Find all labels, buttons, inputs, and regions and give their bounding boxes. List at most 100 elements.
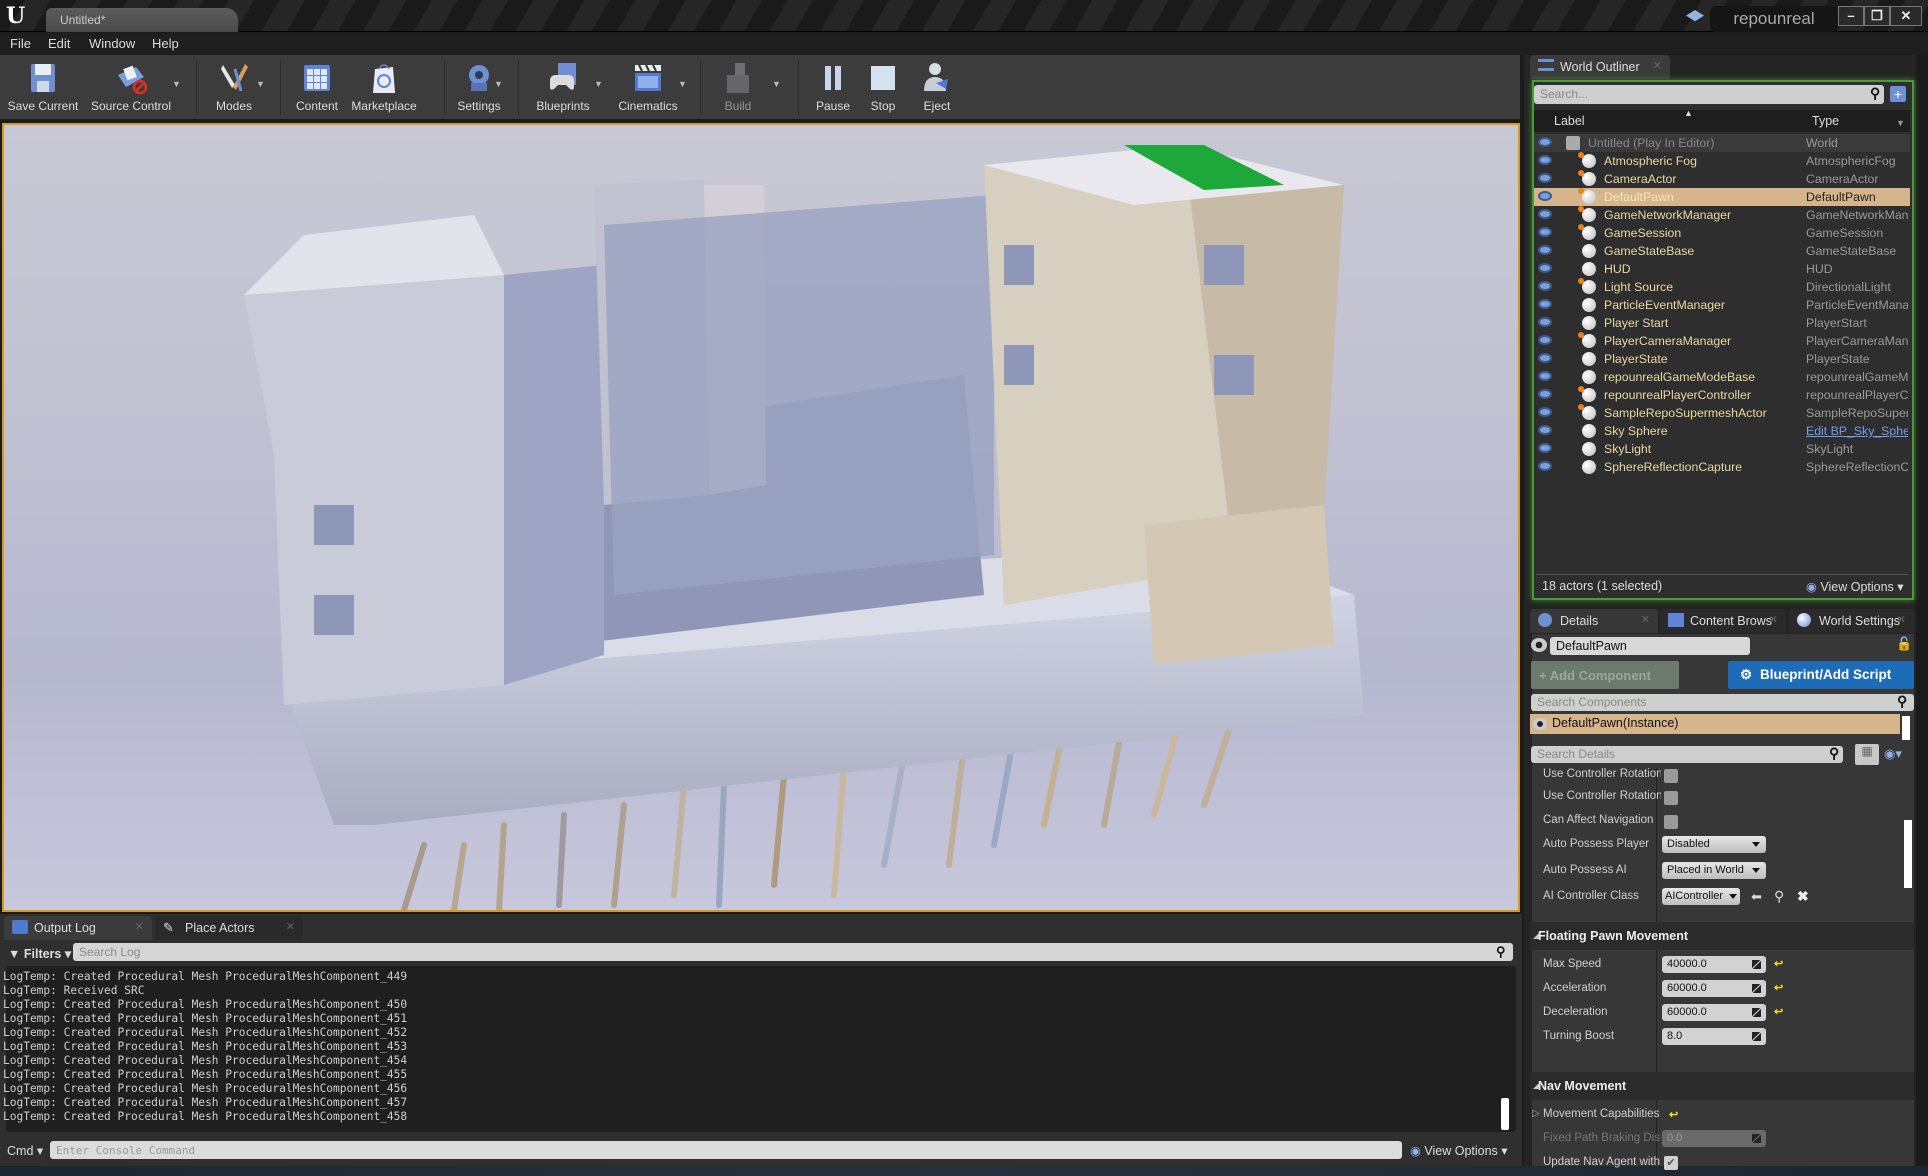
- console-command-input[interactable]: Enter Console Command: [50, 1141, 1402, 1159]
- edit-blueprint-link[interactable]: Edit BP_Sky_Sphere: [1806, 424, 1908, 438]
- tab-output-log[interactable]: Output Log ✕: [4, 916, 152, 940]
- tab-place-actors[interactable]: ✎ Place Actors ✕: [155, 916, 303, 940]
- cinematics-button[interactable]: Cinematics: [612, 59, 684, 117]
- blueprints-button[interactable]: Blueprints: [528, 59, 598, 117]
- outliner-row[interactable]: repounrealGameModeBase repounrealGameMode…: [1534, 368, 1910, 386]
- close-tab-icon[interactable]: ✕: [286, 920, 295, 933]
- build-button[interactable]: Build: [710, 59, 766, 117]
- outliner-row[interactable]: Sky Sphere Edit BP_Sky_Sphere: [1534, 422, 1910, 440]
- lock-icon[interactable]: 🔓: [1896, 636, 1912, 652]
- outliner-row[interactable]: HUD HUD: [1534, 260, 1910, 278]
- source-control-button[interactable]: Source Control: [88, 59, 174, 117]
- outliner-row[interactable]: SphereReflectionCapture SphereReflectionC…: [1534, 458, 1910, 476]
- menu-file[interactable]: File: [10, 36, 31, 51]
- pause-button[interactable]: Pause: [808, 59, 858, 117]
- reset-to-default-icon[interactable]: ↩: [1774, 981, 1783, 994]
- cmd-dropdown[interactable]: Cmd ▾: [7, 1143, 43, 1158]
- log-view-options-button[interactable]: ◉ View Options ▾: [1410, 1143, 1508, 1158]
- search-details-input[interactable]: Search Details: [1531, 746, 1843, 763]
- visibility-options-icon[interactable]: ◉▾: [1884, 746, 1902, 762]
- visibility-eye-icon[interactable]: [1538, 155, 1552, 165]
- section-header-floating-pawn-movement[interactable]: Floating Pawn Movement: [1530, 922, 1914, 950]
- visibility-eye-icon[interactable]: [1538, 281, 1552, 291]
- restore-button[interactable]: ❐: [1864, 6, 1890, 26]
- checkbox[interactable]: [1664, 815, 1678, 829]
- blueprint-add-script-button[interactable]: ⚙ Blueprint/Add Script: [1728, 661, 1914, 689]
- property-select[interactable]: Placed in World: [1662, 862, 1766, 879]
- reset-to-default-icon[interactable]: ↩: [1774, 1005, 1783, 1018]
- menu-window[interactable]: Window: [89, 36, 135, 51]
- reset-to-default-icon[interactable]: ↩: [1774, 957, 1783, 970]
- visibility-eye-icon[interactable]: [1538, 191, 1552, 201]
- drag-spin-icon[interactable]: [1752, 1008, 1761, 1017]
- eject-button[interactable]: Eject: [912, 59, 962, 117]
- numeric-input[interactable]: 60000.0: [1662, 1004, 1766, 1021]
- outliner-row[interactable]: GameStateBase GameStateBase: [1534, 242, 1910, 260]
- browse-icon[interactable]: ⚲: [1774, 888, 1784, 905]
- marketplace-button[interactable]: Marketplace: [348, 59, 420, 117]
- reset-to-default-icon[interactable]: ↩: [1669, 1108, 1678, 1121]
- visibility-eye-icon[interactable]: [1538, 371, 1552, 381]
- component-instance-row[interactable]: DefaultPawn(Instance): [1530, 714, 1900, 734]
- close-tab-icon[interactable]: ✕: [1769, 613, 1778, 626]
- outliner-row[interactable]: GameNetworkManager GameNetworkManager: [1534, 206, 1910, 224]
- outliner-row[interactable]: DefaultPawn DefaultPawn: [1534, 188, 1910, 206]
- visibility-eye-icon[interactable]: [1538, 389, 1552, 399]
- visibility-eye-icon[interactable]: [1538, 299, 1552, 309]
- visibility-eye-icon[interactable]: [1538, 443, 1552, 453]
- section-header-nav-movement[interactable]: Nav Movement: [1530, 1072, 1914, 1100]
- outliner-row[interactable]: PlayerCameraManager PlayerCameraManager: [1534, 332, 1910, 350]
- visibility-eye-icon[interactable]: [1538, 461, 1552, 471]
- close-button[interactable]: ✕: [1890, 6, 1922, 26]
- visibility-eye-icon[interactable]: [1538, 425, 1552, 435]
- settings-dropdown-icon[interactable]: ▼: [494, 79, 503, 89]
- log-scrollbar[interactable]: [1501, 1098, 1509, 1130]
- outliner-row[interactable]: SkyLight SkyLight: [1534, 440, 1910, 458]
- details-scrollbar[interactable]: [1904, 820, 1912, 888]
- search-components-input[interactable]: Search Components: [1531, 694, 1914, 711]
- components-scrollbar[interactable]: [1902, 716, 1910, 740]
- class-picker[interactable]: AIController: [1662, 888, 1740, 905]
- visibility-eye-icon[interactable]: [1538, 173, 1552, 183]
- close-tab-icon[interactable]: ✕: [1897, 613, 1906, 626]
- visibility-eye-icon[interactable]: [1538, 263, 1552, 273]
- checkbox[interactable]: [1664, 769, 1678, 783]
- outliner-view-options-button[interactable]: ◉ View Options ▾: [1806, 579, 1904, 594]
- drag-spin-icon[interactable]: [1752, 1032, 1761, 1041]
- menu-edit[interactable]: Edit: [48, 36, 70, 51]
- add-component-button[interactable]: + Add Component: [1531, 661, 1679, 689]
- column-type[interactable]: Type: [1812, 114, 1839, 128]
- minimize-button[interactable]: –: [1838, 6, 1864, 26]
- numeric-input[interactable]: 8.0: [1662, 1028, 1766, 1045]
- numeric-input[interactable]: 60000.0: [1662, 980, 1766, 997]
- numeric-input[interactable]: 0.0: [1662, 1130, 1766, 1147]
- visibility-eye-icon[interactable]: [1538, 137, 1552, 147]
- close-tab-icon[interactable]: ✕: [1653, 59, 1662, 72]
- visibility-eye-icon[interactable]: [1538, 245, 1552, 255]
- tab-world-outliner[interactable]: World Outliner ✕: [1530, 55, 1670, 79]
- numeric-input[interactable]: 40000.0: [1662, 956, 1766, 973]
- build-dropdown-icon[interactable]: ▼: [772, 79, 781, 89]
- tab-details[interactable]: Details ✕: [1530, 609, 1658, 633]
- outliner-row[interactable]: Player Start PlayerStart: [1534, 314, 1910, 332]
- create-folder-icon[interactable]: +: [1890, 86, 1906, 102]
- visibility-eye-icon[interactable]: [1538, 353, 1552, 363]
- search-log-input[interactable]: Search Log: [73, 943, 1513, 961]
- actor-name-field[interactable]: DefaultPawn: [1550, 637, 1750, 655]
- visibility-eye-icon[interactable]: [1538, 335, 1552, 345]
- content-button[interactable]: Content: [290, 59, 344, 117]
- use-selected-arrow-icon[interactable]: ⬅: [1751, 889, 1762, 905]
- visibility-eye-icon[interactable]: [1538, 317, 1552, 327]
- outliner-row[interactable]: SampleRepoSupermeshActor SampleRepoSuperm…: [1534, 404, 1910, 422]
- tab-world-settings[interactable]: World Settings ✕: [1789, 609, 1914, 633]
- source-control-dropdown-icon[interactable]: ▼: [172, 79, 181, 89]
- cinematics-dropdown-icon[interactable]: ▼: [678, 79, 687, 89]
- save-current-button[interactable]: Save Current: [6, 59, 80, 117]
- drag-spin-icon[interactable]: [1752, 960, 1761, 969]
- tab-content-browser[interactable]: Content Brows ✕: [1660, 609, 1786, 633]
- property-select[interactable]: Disabled: [1662, 836, 1766, 853]
- checkbox[interactable]: [1664, 791, 1678, 805]
- visibility-eye-icon[interactable]: [1538, 209, 1552, 219]
- close-tab-icon[interactable]: ✕: [135, 920, 144, 933]
- outliner-row[interactable]: ParticleEventManager ParticleEventManager: [1534, 296, 1910, 314]
